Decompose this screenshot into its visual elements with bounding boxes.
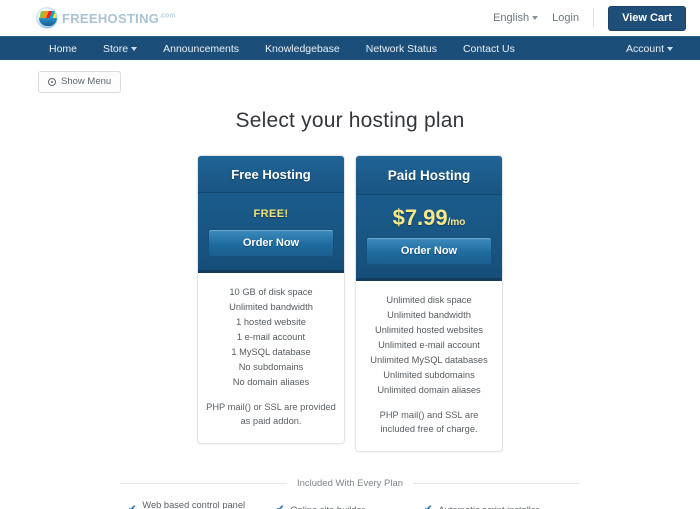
plan-feature: No subdomains: [238, 361, 304, 372]
order-now-button-paid[interactable]: Order Now: [366, 236, 492, 265]
plan-card-free[interactable]: Free Hosting FREE! Order Now 10 GB of di…: [197, 154, 345, 444]
plan-feature: Unlimited subdomains: [383, 369, 475, 380]
plan-card-paid[interactable]: Paid Hosting $7.99/mo Order Now Unlimite…: [355, 154, 503, 452]
plan-feature: Unlimited disk space: [386, 294, 472, 305]
plan-price-box-free: FREE! Order Now: [198, 192, 344, 273]
check-icon: ✔: [424, 505, 432, 509]
view-cart-button[interactable]: View Cart: [608, 5, 686, 31]
nav-item-announcements[interactable]: Announcements: [150, 37, 252, 61]
show-menu-bar: Show Menu: [0, 60, 700, 93]
feature-column-1: ✔Web based control panel (cPanel®) ✔Apac…: [128, 500, 276, 509]
included-features: ✔Web based control panel (cPanel®) ✔Apac…: [0, 500, 700, 509]
nav-item-knowledgebase[interactable]: Knowledgebase: [252, 37, 353, 61]
plan-features-free: 10 GB of disk space Unlimited bandwidth …: [198, 273, 344, 443]
plan-price-free: FREE!: [253, 207, 289, 220]
plan-feature: Unlimited bandwidth: [387, 309, 471, 320]
show-menu-button[interactable]: Show Menu: [38, 71, 122, 93]
included-section-header: Included With Every Plan: [120, 477, 581, 489]
plan-feature: Unlimited e-mail account: [378, 339, 480, 350]
plan-note-free: PHP mail() or SSL are provided as paid a…: [206, 401, 336, 426]
nav-item-contact-us[interactable]: Contact Us: [450, 37, 528, 61]
nav-item-network-status[interactable]: Network Status: [353, 37, 450, 61]
plan-features-paid: Unlimited disk space Unlimited bandwidth…: [356, 281, 502, 451]
plan-price-box-paid: $7.99/mo Order Now: [356, 194, 502, 281]
plan-title-paid: Paid Hosting: [356, 155, 502, 195]
plan-feature: Unlimited bandwidth: [229, 301, 313, 312]
order-now-button-free[interactable]: Order Now: [208, 228, 334, 257]
pricing-plans: Free Hosting FREE! Order Now 10 GB of di…: [0, 154, 700, 452]
plan-title-free: Free Hosting: [198, 155, 344, 193]
show-menu-label: Show Menu: [61, 76, 112, 87]
feature-item: ✔Automatic script installer: [424, 501, 572, 509]
plan-feature: No domain aliases: [232, 376, 310, 387]
check-icon: ✔: [128, 505, 136, 509]
login-link[interactable]: Login: [552, 12, 579, 24]
language-selector[interactable]: English: [493, 12, 539, 24]
plan-feature: Unlimited hosted websites: [375, 324, 483, 335]
plan-feature: 10 GB of disk space: [229, 286, 313, 297]
divider-line: [413, 482, 581, 484]
top-bar: FREEHOSTING.com English Login View Cart: [0, 0, 700, 36]
logo-tld: .com: [159, 12, 176, 20]
plan-note-paid: PHP mail() and SSL are included free of …: [379, 410, 479, 434]
plan-price-paid: $7.99/mo: [392, 204, 466, 230]
chevron-down-icon: [532, 16, 539, 21]
page-title: Select your hosting plan: [235, 108, 465, 132]
nav-item-account[interactable]: Account: [613, 43, 686, 55]
nav-item-home[interactable]: Home: [36, 37, 90, 61]
divider: [593, 8, 595, 28]
plan-feature: 1 MySQL database: [231, 346, 311, 357]
logo-text: FREEHOSTING.com: [62, 10, 176, 26]
chevron-down-icon: [131, 46, 138, 51]
included-title: Included With Every Plan: [296, 477, 404, 489]
check-icon: ✔: [276, 505, 284, 509]
feature-column-2: ✔Online site builder ✔Cloud platform ✔My…: [276, 501, 424, 509]
feature-column-3: ✔Automatic script installer ✔Load Balanc…: [424, 501, 572, 509]
divider-line: [120, 482, 287, 484]
feature-item: ✔Web based control panel (cPanel®): [128, 500, 276, 509]
top-bar-right: English Login View Cart: [493, 5, 686, 31]
plan-feature: Unlimited MySQL databases: [370, 354, 488, 365]
plan-feature: 1 e-mail account: [236, 331, 306, 342]
navbar-right: Account: [613, 37, 686, 61]
navbar-links: Home Store Announcements Knowledgebase N…: [36, 37, 528, 61]
gear-icon: [48, 77, 56, 86]
main-navbar: Home Store Announcements Knowledgebase N…: [0, 36, 700, 60]
plan-price-period: /mo: [447, 216, 466, 228]
plan-feature: Unlimited domain aliases: [377, 384, 481, 395]
nav-item-store[interactable]: Store: [90, 37, 150, 61]
chevron-down-icon: [667, 46, 673, 51]
logo-fan-icon: [36, 7, 58, 29]
feature-item: ✔Online site builder: [276, 501, 424, 509]
site-logo[interactable]: FREEHOSTING.com: [36, 7, 176, 29]
plan-feature: 1 hosted website: [236, 316, 306, 327]
